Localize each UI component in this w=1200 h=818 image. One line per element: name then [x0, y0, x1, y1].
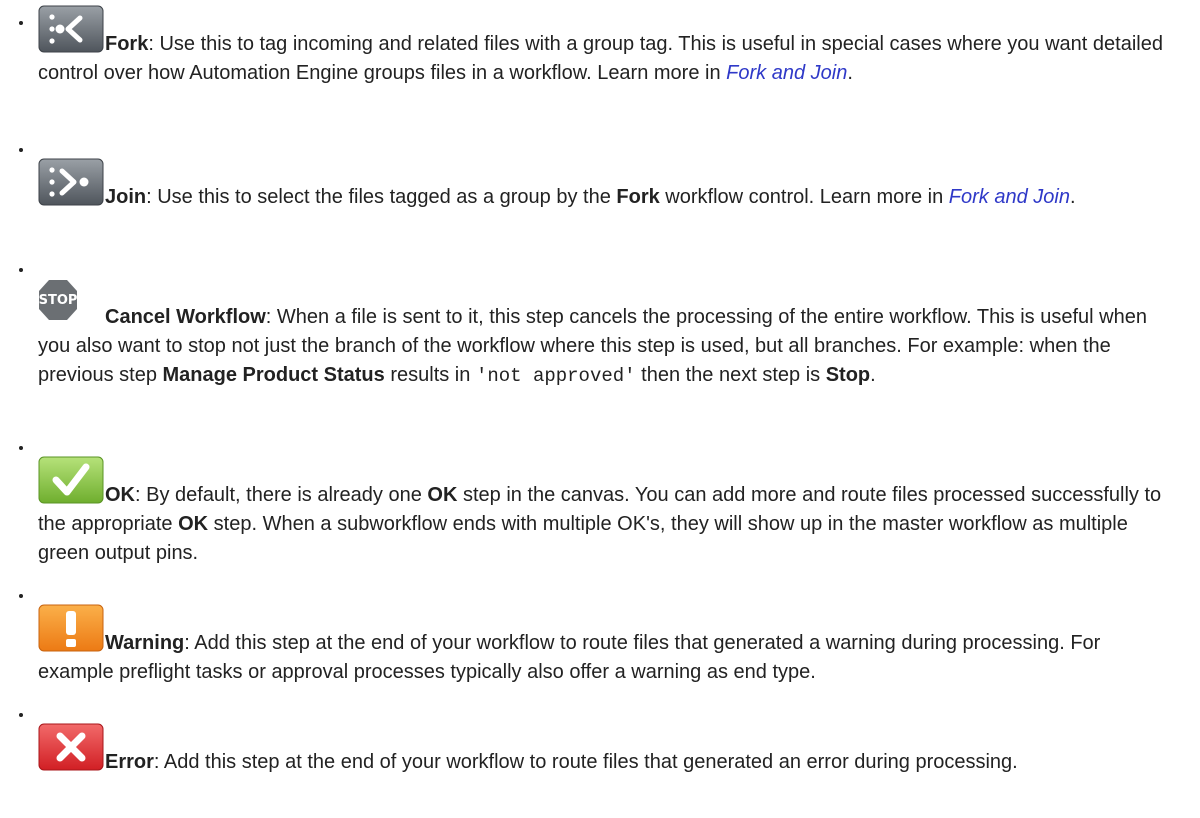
- fork-and-join-link[interactable]: Fork and Join: [726, 62, 847, 84]
- step-name: Error: [105, 751, 154, 773]
- description-text: .: [1069, 186, 1076, 208]
- cancel-workflow-description: Cancel Workflow: When a file is sent to …: [38, 303, 1178, 391]
- bullet: [19, 594, 23, 598]
- bullet: [19, 21, 23, 25]
- fork-description: Fork: Use this to tag incoming and relat…: [38, 30, 1178, 88]
- description-text: .: [847, 62, 853, 84]
- description-text: workflow control. Learn more in: [659, 186, 949, 208]
- error-description: Error: Add this step at the end of your …: [38, 748, 1178, 777]
- step-reference: Manage Product Status: [162, 364, 385, 386]
- description-text: : Use this to select the files tagged as…: [146, 186, 617, 208]
- description-text: .: [870, 364, 876, 386]
- step-name: Fork: [105, 33, 149, 55]
- description-text: then the next step is: [635, 364, 826, 386]
- join-description: Join: Use this to select the files tagge…: [38, 183, 1178, 212]
- description-text: : Add this step at the end of your workf…: [153, 751, 1018, 773]
- step-name: OK: [105, 484, 135, 506]
- bullet: [19, 268, 23, 272]
- step-reference: OK: [178, 513, 209, 535]
- step-reference: OK: [427, 484, 458, 506]
- bullet: [19, 148, 23, 152]
- description-text: results in: [384, 364, 476, 386]
- step-reference: Stop: [825, 364, 871, 386]
- step-reference: Fork: [616, 186, 660, 208]
- warning-description: Warning: Add this step at the end of you…: [38, 629, 1178, 687]
- step-name: Warning: [105, 632, 185, 654]
- description-text: : Use this to tag incoming and related f…: [38, 33, 1163, 84]
- fork-and-join-link[interactable]: Fork and Join: [949, 186, 1070, 208]
- bullet: [19, 713, 23, 717]
- step-name: Join: [105, 186, 147, 208]
- description-text: : Add this step at the end of your workf…: [38, 632, 1101, 683]
- ok-description: OK: By default, there is already one OK …: [38, 481, 1178, 568]
- step-name: Cancel Workflow: [105, 306, 266, 328]
- code-value: 'not approved': [475, 365, 636, 387]
- bullet: [19, 446, 23, 450]
- description-text: : By default, there is already one: [135, 484, 428, 506]
